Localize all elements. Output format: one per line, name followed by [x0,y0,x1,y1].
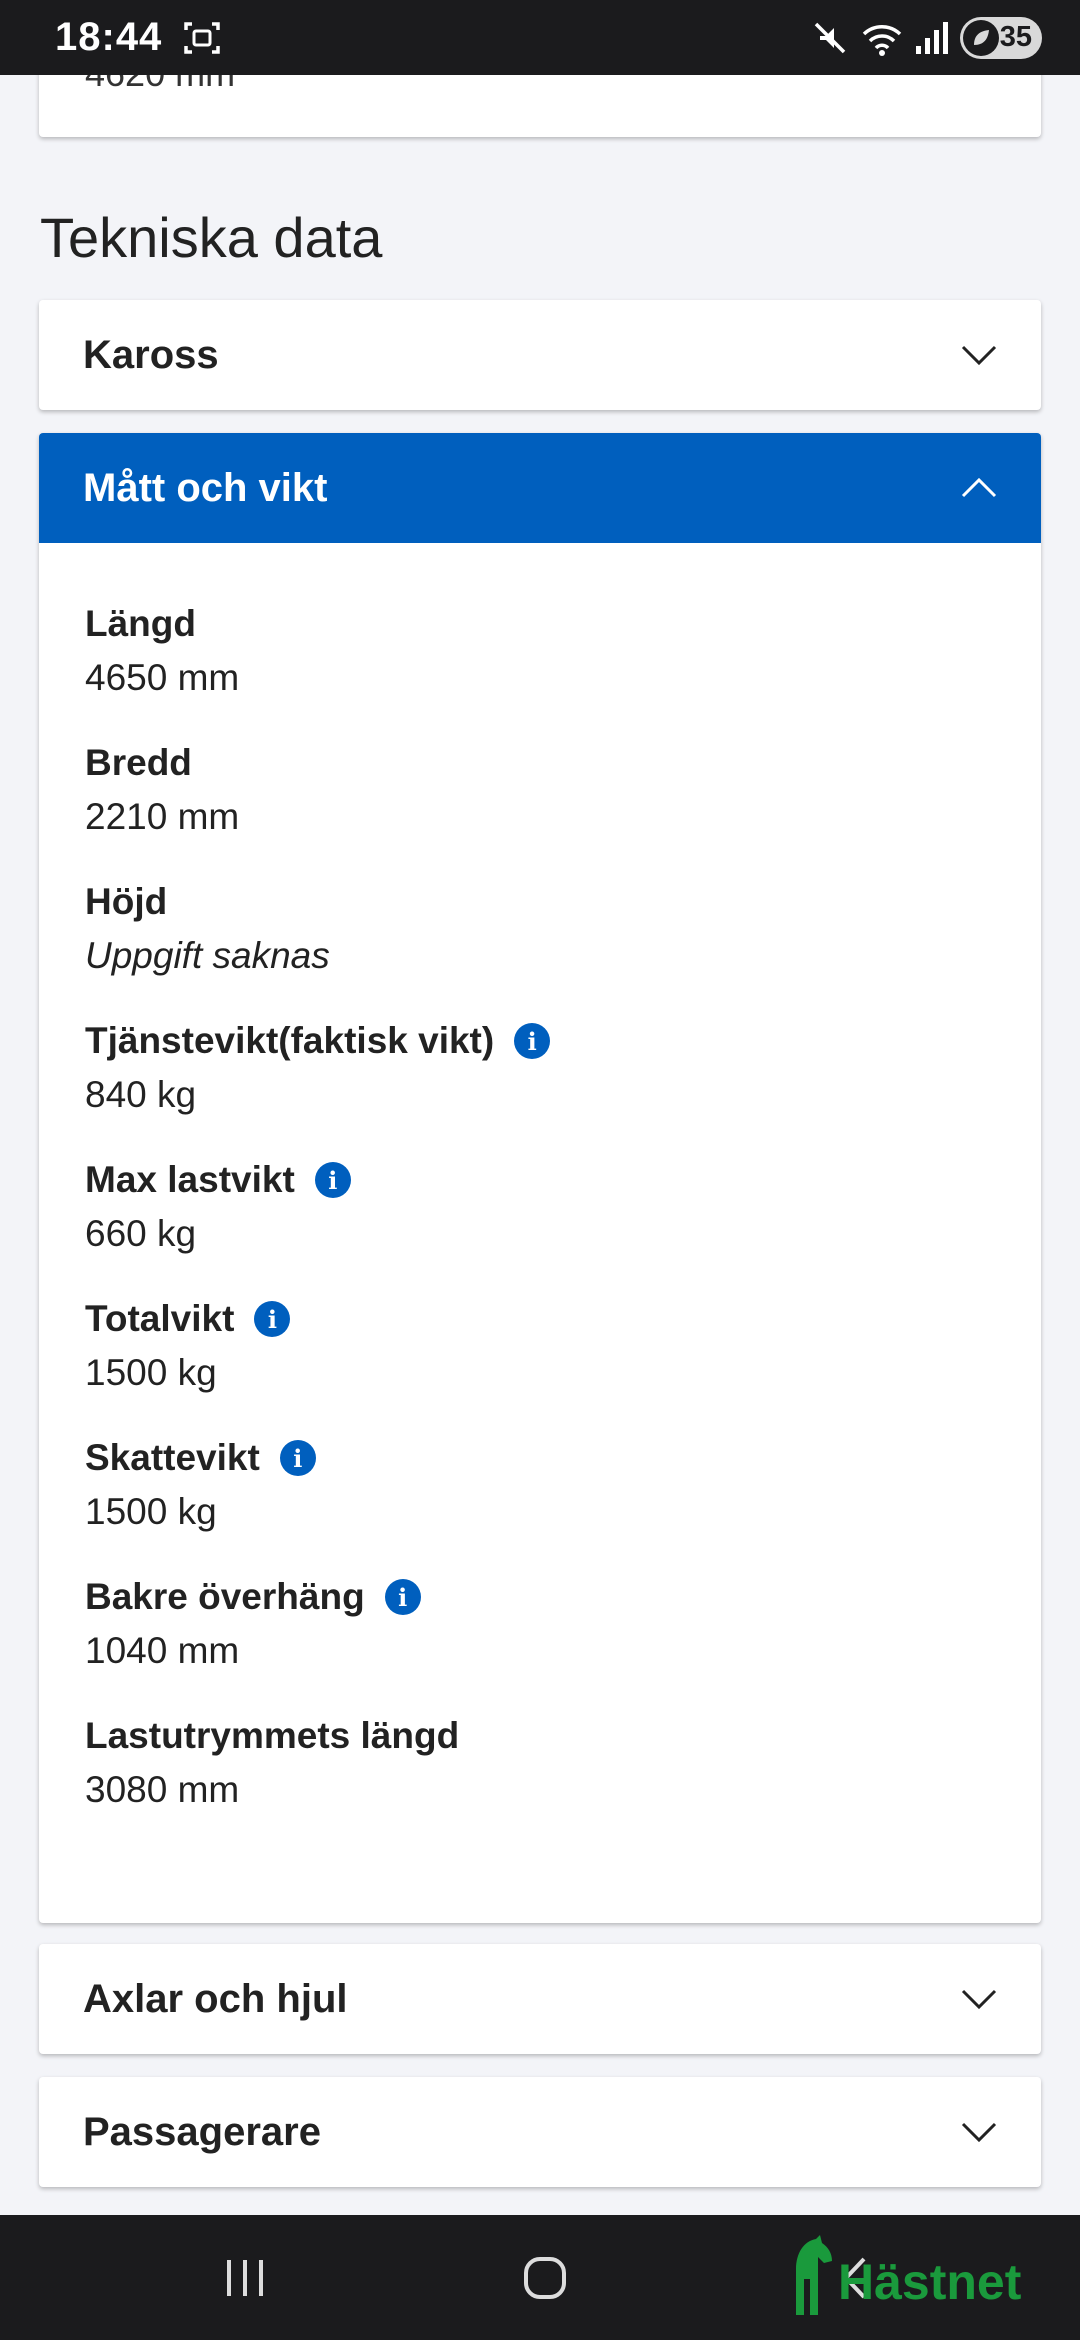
page-content: 4620 mm Tekniska data Kaross Mått och vi… [0,75,1080,2215]
field-label-row: Skattevikt i [85,1433,995,1483]
power-saving-icon [963,19,999,56]
field-value: 1040 mm [85,1630,240,1671]
accordion-matt-och-vikt-label: Mått och vikt [83,465,328,510]
logo-text: Hästnet [838,2254,1022,2310]
hastnet-logo: Hästnet [790,2225,1021,2315]
accordion-axlar-och-hjul: Axlar och hjul [39,1944,1041,2054]
accordion-kaross: Kaross [39,300,1041,410]
accordion-passagerare-label: Passagerare [83,2109,321,2154]
field-value: 4650 mm [85,657,240,698]
screenshot-icon [184,21,221,54]
info-icon[interactable]: i [254,1301,291,1337]
accordion-matt-och-vikt-body: Längd 4650 mm Bredd 2210 mm Höjd Uppgift… [39,543,1041,1850]
field-label-row: Bakre överhäng i [85,1572,995,1622]
previous-card: 4620 mm [39,75,1041,137]
field-label: Höjd [85,881,168,922]
accordion-matt-och-vikt: Mått och vikt Längd 4650 mm Bredd 2210 m… [39,433,1041,1923]
chevron-down-icon [961,2122,997,2143]
field-totalvikt: Totalvikt i 1500 kg [85,1294,995,1433]
accordion-matt-och-vikt-header[interactable]: Mått och vikt [39,433,1041,543]
previous-card-value: 4620 mm [85,75,235,95]
field-label: Lastutrymmets längd [85,1715,460,1756]
field-tjanstevikt: Tjänstevikt(faktisk vikt) i 840 kg [85,1016,995,1155]
field-value: 1500 kg [85,1491,217,1532]
status-time: 18:44 [55,15,163,59]
battery-indicator: 35 [960,16,1042,59]
section-title: Tekniska data [40,206,383,269]
field-label-row: Max lastvikt i [85,1155,995,1205]
info-icon[interactable]: i [384,1579,421,1615]
accordion-axlar-och-hjul-label: Axlar och hjul [83,1976,348,2021]
accordion-kaross-header[interactable]: Kaross [39,300,1041,410]
recent-apps-button[interactable] [200,2215,290,2340]
field-label: Skattevikt [85,1437,260,1478]
chevron-up-icon [961,477,997,498]
horse-logo-icon [796,2235,832,2315]
field-value: 840 kg [85,1074,197,1115]
info-icon[interactable]: i [514,1023,551,1059]
field-label: Bakre överhäng [85,1576,365,1617]
field-label: Tjänstevikt(faktisk vikt) [85,1020,495,1061]
field-skattevikt: Skattevikt i 1500 kg [85,1433,995,1572]
field-value: 660 kg [85,1213,197,1254]
field-label: Längd [85,603,196,644]
field-max-lastvikt: Max lastvikt i 660 kg [85,1155,995,1294]
signal-icon [916,21,948,54]
accordion-axlar-och-hjul-header[interactable]: Axlar och hjul [39,1944,1041,2054]
field-label: Max lastvikt [85,1159,295,1200]
accordion-kaross-label: Kaross [83,332,219,377]
field-label-row: Totalvikt i [85,1294,995,1344]
battery-level: 35 [999,21,1032,53]
wifi-icon [862,24,902,56]
field-value: 2210 mm [85,796,240,837]
field-lastutrymmets-langd: Lastutrymmets längd 3080 mm [85,1711,995,1850]
chevron-down-icon [961,1989,997,2010]
field-bredd: Bredd 2210 mm [85,738,995,877]
field-hojd: Höjd Uppgift saknas [85,877,995,1016]
status-bar: 18:44 35 [0,0,1080,75]
field-bakre-overhang: Bakre överhäng i 1040 mm [85,1572,995,1711]
chevron-down-icon [961,345,997,366]
field-label-row: Tjänstevikt(faktisk vikt) i [85,1016,995,1066]
field-value: 1500 kg [85,1352,217,1393]
recent-apps-icon [227,2259,263,2296]
info-icon[interactable]: i [314,1162,351,1198]
field-label: Totalvikt [85,1298,235,1339]
accordion-passagerare: Passagerare [39,2077,1041,2187]
home-button[interactable] [500,2215,590,2340]
field-label: Bredd [85,742,192,783]
field-value: 3080 mm [85,1769,240,1810]
mute-icon [814,22,846,53]
field-value-missing: Uppgift saknas [85,935,330,976]
home-icon [524,2256,566,2299]
info-icon[interactable]: i [279,1440,316,1476]
accordion-passagerare-header[interactable]: Passagerare [39,2077,1041,2187]
field-langd: Längd 4650 mm [85,599,995,738]
